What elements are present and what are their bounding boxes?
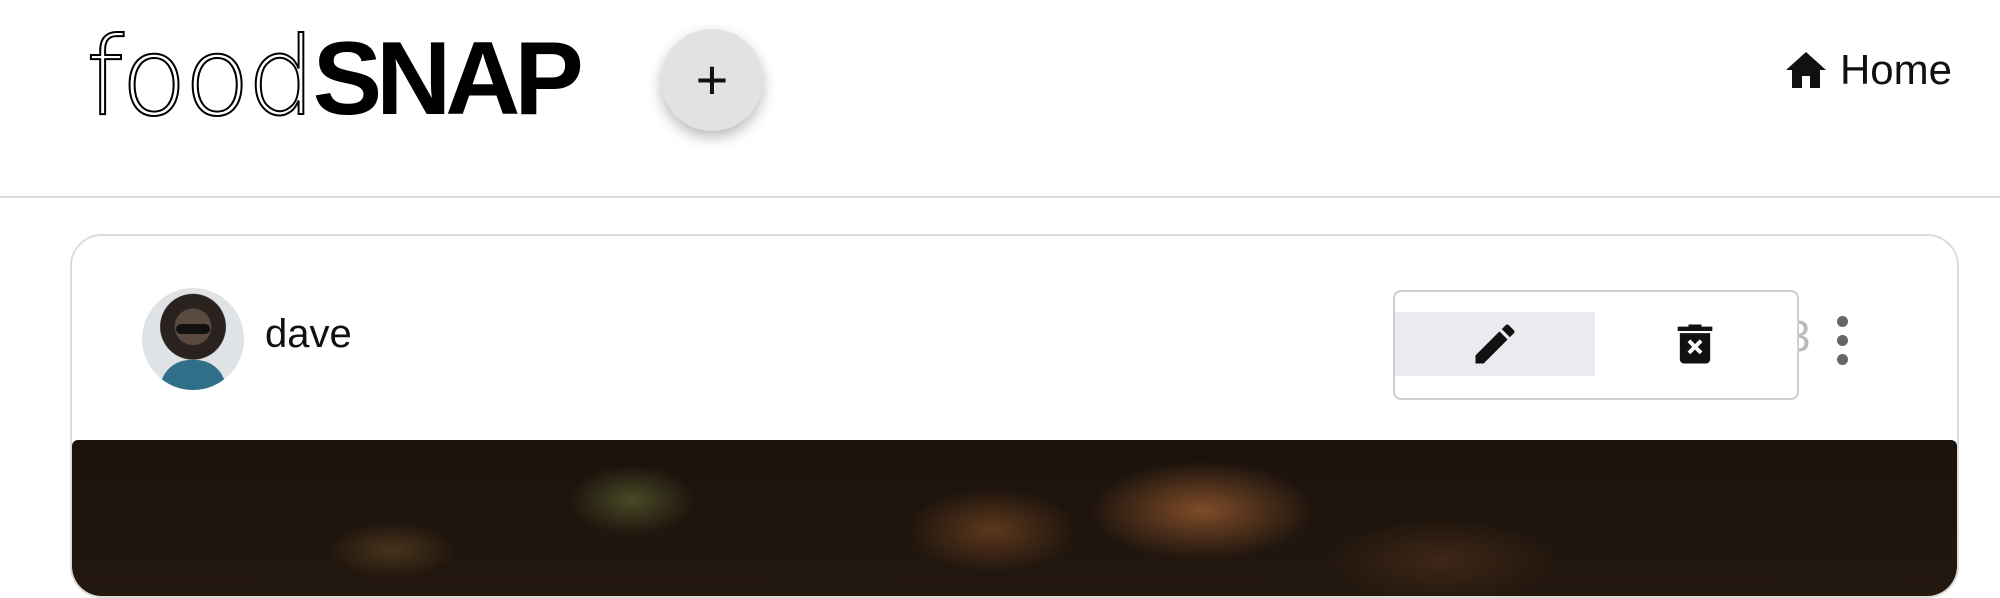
home-icon [1785, 52, 1826, 88]
post-photo[interactable] [72, 440, 1957, 596]
foodsnap-logo[interactable]: foodSNAP [85, 15, 584, 140]
post-username[interactable]: dave [265, 312, 352, 357]
edit-post-button[interactable] [1395, 312, 1595, 376]
post-card: dave 3 [70, 234, 1959, 598]
more-dot [1836, 335, 1848, 346]
more-vertical-icon [1836, 316, 1848, 327]
logo-light-text: food [85, 15, 317, 140]
avatar[interactable] [142, 288, 244, 390]
logo-bold-text: SNAP [312, 21, 584, 137]
more-options-button[interactable] [1832, 316, 1852, 372]
nav-home-label: Home [1839, 46, 1952, 93]
app-header: foodSNAP + Home [0, 0, 2000, 198]
more-dot [1836, 354, 1848, 365]
pencil-icon [1475, 324, 1515, 364]
avatar-shirt [160, 360, 226, 390]
post-action-menu [1393, 290, 1799, 400]
plus-icon: + [695, 48, 729, 111]
nav-home-link[interactable]: Home [1782, 46, 1952, 94]
avatar-sunglasses [176, 324, 210, 334]
delete-post-button[interactable] [1595, 312, 1795, 376]
add-post-button[interactable]: + [661, 29, 763, 131]
trash-icon [1677, 324, 1713, 364]
